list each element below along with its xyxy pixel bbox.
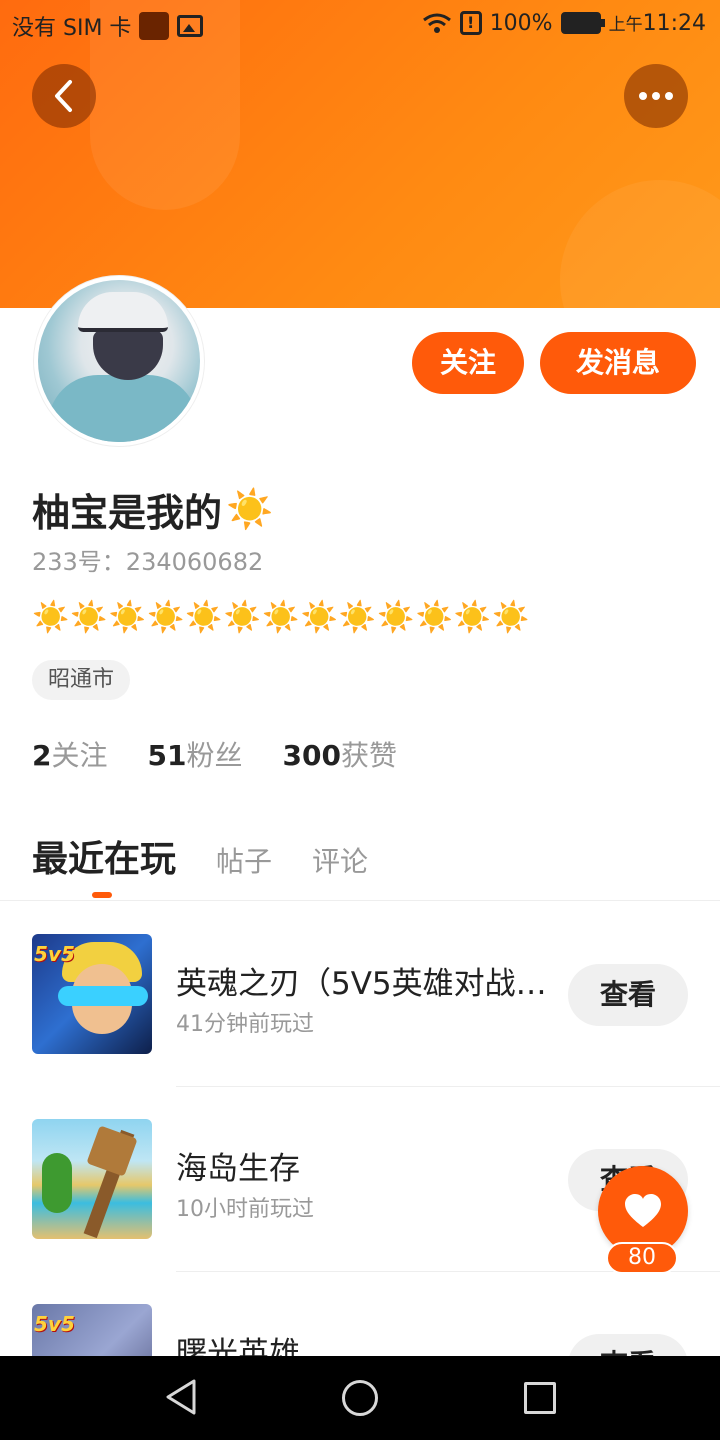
city-tag: 昭通市 — [32, 660, 131, 700]
profile-name: 柚宝是我的 ☀️ — [32, 482, 273, 537]
tab-posts[interactable]: 帖子 — [216, 840, 272, 882]
avatar[interactable] — [34, 276, 204, 446]
stat-following[interactable]: 2关注 — [32, 734, 108, 774]
nav-back-icon[interactable] — [164, 1378, 198, 1416]
stat-fans[interactable]: 51粉丝 — [148, 734, 243, 774]
stats-row: 2关注 51粉丝 300获赞 — [32, 734, 397, 774]
time-ampm: 上午 — [608, 15, 643, 35]
header-decoration — [560, 180, 720, 308]
game-icon[interactable]: 5v5 — [32, 934, 152, 1054]
view-button[interactable]: 查看 — [568, 964, 688, 1026]
app-notification-icon — [139, 12, 170, 40]
list-item[interactable]: 5v5 英魂之刃（5V5英雄对战… 41分钟前玩过 查看 — [0, 934, 720, 1119]
chevron-left-icon — [55, 80, 72, 112]
game-title: 海岛生存 — [176, 1151, 300, 1187]
carrier-text: 没有 SIM 卡 — [12, 16, 132, 41]
tab-comments[interactable]: 评论 — [312, 840, 368, 882]
game-title: 英魂之刃（5V5英雄对战… — [176, 966, 547, 1002]
like-count-badge: 80 — [606, 1242, 678, 1274]
game-last-played: 41分钟前玩过 — [176, 1012, 314, 1037]
status-bar: 没有 SIM 卡 ! 100% 上午11:24 — [0, 0, 720, 50]
user-id: 233号：234060682 — [32, 548, 264, 576]
game-last-played: 10小时前玩过 — [176, 1197, 314, 1222]
nav-home-icon[interactable] — [342, 1380, 378, 1416]
nav-recent-icon[interactable] — [524, 1382, 556, 1414]
profile-tabs: 最近在玩 帖子 评论 — [32, 830, 368, 898]
profile-header: 没有 SIM 卡 ! 100% 上午11:24 — [0, 0, 720, 308]
more-button[interactable] — [624, 64, 688, 128]
alert-icon: ! — [459, 11, 482, 35]
stat-likes[interactable]: 300获赞 — [282, 734, 396, 774]
back-button[interactable] — [32, 64, 96, 128]
image-notification-icon — [177, 15, 204, 37]
system-nav-bar — [0, 1356, 720, 1440]
battery-percent: 100% — [489, 10, 553, 36]
time-text: 11:24 — [642, 11, 706, 36]
game-icon[interactable] — [32, 1119, 152, 1239]
sun-emoji-icon: ☀️ — [226, 487, 274, 531]
level-suns: ☀️☀️☀️☀️☀️☀️☀️☀️☀️☀️☀️☀️☀️ — [32, 600, 531, 635]
username: 柚宝是我的 — [32, 491, 223, 535]
send-message-button[interactable]: 发消息 — [540, 332, 696, 394]
divider — [176, 1086, 720, 1087]
battery-icon — [560, 12, 605, 34]
more-dots-icon — [639, 92, 673, 100]
follow-button[interactable]: 关注 — [412, 332, 524, 394]
tab-recent-played[interactable]: 最近在玩 — [32, 830, 176, 898]
heart-icon — [625, 1194, 661, 1227]
wifi-icon — [422, 12, 452, 34]
divider — [0, 900, 720, 901]
